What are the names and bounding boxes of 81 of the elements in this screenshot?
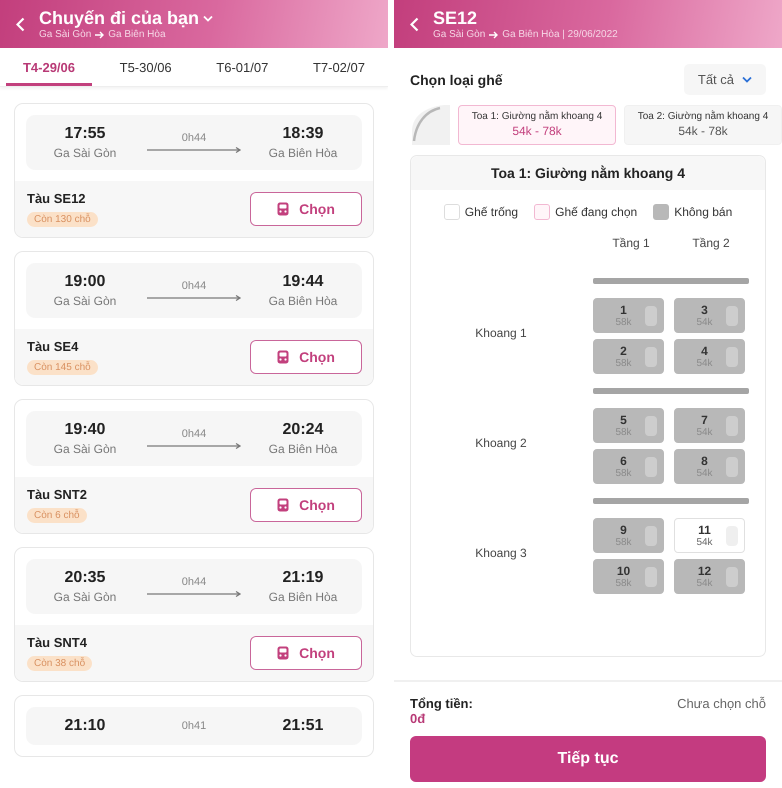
departure-station: Ga Sài Gòn — [54, 442, 116, 456]
departure-time: 19:00 — [64, 273, 106, 291]
trip-duration: 0h44 — [182, 280, 206, 292]
legend-label: Không bán — [674, 205, 732, 219]
date-tab[interactable]: T7-02/07 — [296, 48, 382, 86]
arrival-time: 19:44 — [282, 273, 324, 291]
route-origin: Ga Sài Gòn — [433, 29, 486, 40]
trip-duration: 0h41 — [182, 720, 206, 732]
filter-dropdown[interactable]: Tất cả — [684, 64, 766, 95]
arrival-station: Ga Biên Hòa — [268, 442, 338, 456]
seats-left-badge: Còn 145 chỗ — [27, 360, 98, 375]
choose-button[interactable]: Chọn — [250, 192, 362, 226]
date-tab[interactable]: T4-29/06 — [6, 48, 92, 86]
seats-left-badge: Còn 6 chỗ — [27, 508, 87, 523]
legend-swatch — [534, 204, 550, 220]
train-icon — [277, 498, 290, 512]
arrow-icon — [147, 295, 241, 301]
departure-time: 17:55 — [64, 125, 106, 143]
chevron-down-icon — [203, 15, 214, 22]
departure-station: Ga Sài Gòn — [54, 590, 116, 604]
header-title: Chuyến đi của bạn — [39, 8, 200, 29]
route-origin: Ga Sài Gòn — [39, 29, 92, 40]
legend-label: Ghế trống — [464, 205, 518, 219]
train-icon — [277, 202, 290, 216]
departure-time: 19:40 — [64, 421, 106, 439]
train-icon — [277, 646, 290, 660]
train-name: Tàu SNT4 — [27, 635, 87, 650]
coach-title: Toa 1: Giường nằm khoang 4 — [411, 156, 765, 190]
arrow-icon — [95, 30, 104, 38]
arrow-icon — [489, 30, 498, 38]
header-title: SE12 — [433, 8, 478, 29]
arrow-icon — [147, 147, 241, 153]
departure-station: Ga Sài Gòn — [54, 294, 116, 308]
coach-tab[interactable]: Toa 2: Giường nằm khoang 4 54k - 78k — [624, 105, 782, 145]
departure-time: 21:10 — [64, 717, 106, 735]
total-amount: 0đ — [410, 711, 426, 726]
locomotive-icon — [410, 105, 450, 145]
arrow-icon — [147, 443, 241, 449]
train-name: Tàu SE12 — [27, 191, 86, 206]
section-title: Chọn loại ghế — [410, 72, 503, 88]
arrival-station: Ga Biên Hòa — [268, 146, 338, 160]
train-icon — [277, 350, 290, 364]
legend-label: Ghế đang chọn — [555, 205, 638, 219]
date-tab[interactable]: T5-30/06 — [102, 48, 189, 86]
legend-swatch — [653, 204, 670, 220]
arrival-station: Ga Biên Hòa — [268, 294, 338, 308]
compartment-label: Khoang 3 — [474, 546, 528, 560]
train-name: Tàu SNT2 — [27, 487, 87, 502]
tier-label: Tầng 2 — [691, 235, 731, 252]
seat[interactable]: 11 54k — [674, 518, 745, 553]
trip-duration: 0h44 — [182, 428, 206, 440]
route-destination: Ga Biên Hòa | 29/06/2022 — [502, 29, 618, 40]
date-tab[interactable]: T6-01/07 — [199, 48, 286, 86]
back-icon[interactable] — [410, 16, 419, 32]
choose-button[interactable]: Chọn — [250, 636, 362, 670]
departure-time: 20:35 — [64, 569, 106, 587]
total-label: Tổng tiền: — [410, 696, 473, 711]
continue-button[interactable]: Tiếp tục — [410, 736, 766, 782]
seat-status: Chưa chọn chỗ — [677, 696, 766, 711]
chevron-down-icon — [742, 76, 752, 83]
compartment-label: Khoang 1 — [474, 326, 528, 340]
arrow-icon — [147, 591, 241, 597]
coach-tab[interactable]: Toa 1: Giường nằm khoang 4 54k - 78k — [458, 105, 616, 145]
arrival-time: 21:19 — [282, 569, 324, 587]
trip-duration: 0h44 — [182, 132, 206, 144]
tier-label: Tầng 1 — [611, 235, 651, 252]
compartment-label: Khoang 2 — [474, 436, 528, 450]
departure-station: Ga Sài Gòn — [54, 146, 116, 160]
legend-swatch — [444, 204, 460, 220]
seats-left-badge: Còn 130 chỗ — [27, 212, 98, 227]
choose-button[interactable]: Chọn — [250, 340, 362, 374]
route-destination: Ga Biên Hòa — [108, 29, 166, 40]
arrival-time: 20:24 — [282, 421, 324, 439]
arrival-time: 21:51 — [282, 717, 324, 735]
seats-left-badge: Còn 38 chỗ — [27, 656, 92, 671]
arrival-station: Ga Biên Hòa — [268, 590, 338, 604]
train-name: Tàu SE4 — [27, 339, 78, 354]
choose-button[interactable]: Chọn — [250, 488, 362, 522]
arrival-time: 18:39 — [282, 125, 324, 143]
trip-duration: 0h44 — [182, 576, 206, 588]
back-icon[interactable] — [16, 16, 25, 32]
